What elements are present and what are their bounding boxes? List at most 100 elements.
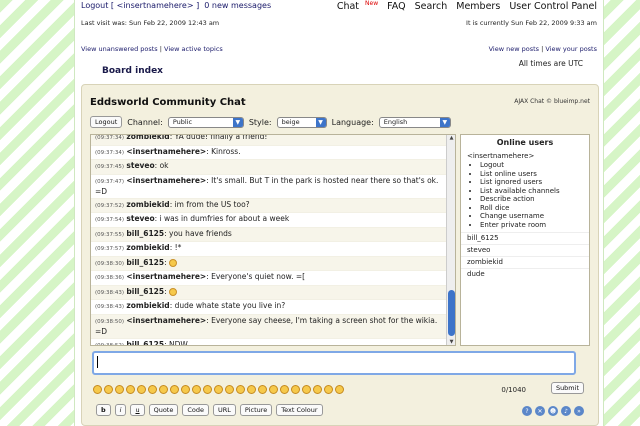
bbcode-button-b[interactable]: b — [96, 404, 111, 416]
emoticon-icon[interactable] — [137, 385, 146, 394]
message-time: (09:38:50) — [95, 318, 124, 325]
emoticon-icon[interactable] — [291, 385, 300, 394]
user-menu-item[interactable]: Change username — [480, 212, 589, 221]
user-menu-item[interactable]: Roll dice — [480, 204, 589, 213]
message-nick[interactable]: <insertnamehere> — [126, 176, 206, 185]
emoticon-icon[interactable] — [258, 385, 267, 394]
nav-chat[interactable]: Chat New — [331, 0, 378, 13]
message-time: (09:37:34) — [95, 149, 124, 156]
emoticon-icon[interactable] — [159, 385, 168, 394]
new-messages-link[interactable]: 0 new messages — [204, 1, 271, 10]
emoticon-icon[interactable] — [280, 385, 289, 394]
message-nick[interactable]: bill_6125 — [126, 229, 164, 238]
language-select[interactable]: English ▼ — [378, 116, 451, 128]
autoscroll-icon[interactable]: » — [574, 406, 584, 416]
logout-link[interactable]: Logout [ <insertnamehere> ] — [81, 1, 199, 10]
message-nick[interactable]: zombiekid — [126, 243, 169, 252]
message-nick[interactable]: <insertnamehere> — [126, 272, 206, 281]
message-nick[interactable]: steveo — [126, 214, 154, 223]
message-input[interactable] — [92, 351, 576, 375]
emoticon-icon[interactable] — [104, 385, 113, 394]
message-scrollbar[interactable]: ▲ ▼ — [446, 135, 455, 345]
nav-ucp[interactable]: User Control Panel — [509, 1, 597, 12]
current-user[interactable]: <insertnamehere> — [461, 152, 589, 160]
online-user[interactable]: bill_6125 — [461, 232, 589, 244]
view-your-posts-link[interactable]: View your posts — [545, 45, 597, 53]
message-text: : dude whate state you live in? — [169, 301, 286, 310]
nav-chat-label: Chat — [336, 1, 360, 13]
user-menu-item[interactable]: List available channels — [480, 187, 589, 196]
nav-faq[interactable]: FAQ — [387, 1, 405, 12]
message-text: : Kinross. — [206, 146, 241, 156]
settings-icon[interactable]: ✕ — [535, 406, 545, 416]
chat-panel: Eddsworld Community Chat AJAX Chat © blu… — [81, 84, 599, 426]
nav-members[interactable]: Members — [456, 1, 500, 12]
help-icon[interactable]: ? — [522, 406, 532, 416]
ajax-credit[interactable]: AJAX Chat © blueimp.net — [514, 98, 590, 105]
scroll-up-icon[interactable]: ▲ — [447, 135, 455, 141]
user-menu-item[interactable]: List ignored users — [480, 178, 589, 187]
view-unanswered-link[interactable]: View unanswered posts — [81, 45, 158, 53]
online-user[interactable]: dude — [461, 268, 589, 280]
emoticon-icon[interactable] — [302, 385, 311, 394]
message-nick[interactable]: bill_6125 — [126, 287, 164, 296]
user-menu-item[interactable]: Enter private room — [480, 221, 589, 230]
message-nick[interactable]: zombiekid — [126, 200, 169, 209]
channel-select[interactable]: Public ▼ — [167, 116, 244, 128]
smiley-icon — [169, 258, 178, 267]
emoticon-icon[interactable] — [214, 385, 223, 394]
emoticon-icon[interactable] — [335, 385, 344, 394]
emoticon-icon[interactable] — [192, 385, 201, 394]
message-nick[interactable]: bill_6125 — [126, 258, 164, 267]
scroll-down-icon[interactable]: ▼ — [447, 339, 455, 345]
emoticon-icon[interactable] — [269, 385, 278, 394]
top-user-bar: Logout [ <insertnamehere> ] 0 new messag… — [81, 1, 271, 10]
message-nick[interactable]: steveo — [126, 161, 154, 170]
emoticon-icon[interactable] — [170, 385, 179, 394]
emoticon-icon[interactable] — [148, 385, 157, 394]
bbcode-button-i[interactable]: i — [114, 404, 127, 416]
online-user[interactable]: zombiekid — [461, 256, 589, 268]
chat-message: (09:38:50) <insertnamehere>: Everyone sa… — [91, 314, 447, 339]
message-list[interactable]: (09:37:34) zombiekid: YA dude! finally a… — [90, 134, 456, 346]
nav-search[interactable]: Search — [415, 1, 448, 12]
message-nick[interactable]: <insertnamehere> — [126, 147, 206, 156]
chat-message: (09:37:52) zombiekid: im from the US too… — [91, 198, 447, 213]
bbcode-button-code[interactable]: Code — [182, 404, 209, 416]
online-user[interactable]: steveo — [461, 244, 589, 256]
online-list-icon[interactable]: ☻ — [548, 406, 558, 416]
message-nick[interactable]: <insertnamehere> — [126, 316, 206, 325]
bbcode-button-u[interactable]: u — [130, 404, 145, 416]
sound-icon[interactable]: ♪ — [561, 406, 571, 416]
chat-message: (09:37:34) <insertnamehere>: Kinross. — [91, 146, 447, 160]
emoticon-icon[interactable] — [181, 385, 190, 394]
emoticon-icon[interactable] — [203, 385, 212, 394]
emoticon-icon[interactable] — [313, 385, 322, 394]
user-menu-item[interactable]: Logout — [480, 161, 589, 170]
view-active-link[interactable]: View active topics — [164, 45, 223, 53]
bbcode-button-picture[interactable]: Picture — [239, 404, 273, 416]
emoticon-icon[interactable] — [247, 385, 256, 394]
message-nick[interactable]: zombiekid — [126, 301, 169, 310]
bbcode-button-url[interactable]: URL — [213, 404, 236, 416]
emoticon-icon[interactable] — [236, 385, 245, 394]
emoticon-icon[interactable] — [93, 385, 102, 394]
scroll-thumb[interactable] — [448, 290, 455, 336]
submit-button[interactable]: Submit — [550, 382, 584, 394]
emoticon-icon[interactable] — [225, 385, 234, 394]
user-menu-item[interactable]: Describe action — [480, 195, 589, 204]
language-label: Language: — [331, 117, 374, 127]
message-nick[interactable]: bill_6125 — [126, 340, 164, 346]
message-nick[interactable]: zombiekid — [126, 135, 169, 141]
user-menu-item[interactable]: List online users — [480, 170, 589, 179]
online-users-panel: Online users <insertnamehere> LogoutList… — [460, 134, 590, 346]
board-index-link[interactable]: Board index — [102, 66, 163, 76]
bbcode-button-quote[interactable]: Quote — [148, 404, 179, 416]
bbcode-button-text-colour[interactable]: Text Colour — [276, 404, 323, 416]
style-select[interactable]: beige ▼ — [276, 116, 327, 128]
chat-logout-button[interactable]: Logout — [90, 116, 123, 128]
emoticon-icon[interactable] — [115, 385, 124, 394]
view-new-posts-link[interactable]: View new posts — [489, 45, 539, 53]
emoticon-icon[interactable] — [126, 385, 135, 394]
emoticon-icon[interactable] — [324, 385, 333, 394]
